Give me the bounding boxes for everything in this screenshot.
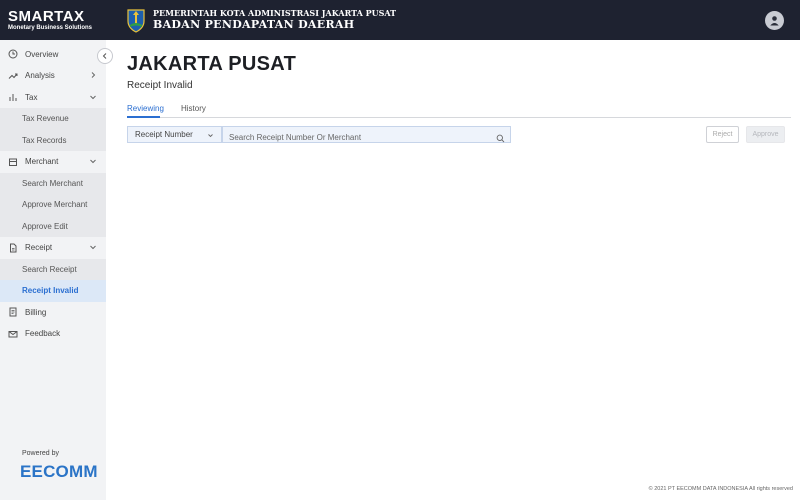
active-tab-indicator (127, 116, 160, 118)
clock-icon (8, 49, 18, 59)
search-box (222, 126, 511, 145)
search-input[interactable] (223, 130, 493, 145)
copyright-footer: © 2021 PT EECOMM DATA INDONESIA All righ… (648, 486, 793, 492)
sidebar-item-tax[interactable]: Tax (0, 87, 106, 109)
sidebar-item-tax-revenue[interactable]: Tax Revenue (0, 108, 106, 130)
tab-history[interactable]: History (181, 104, 206, 113)
sidebar-item-receipt[interactable]: Receipt (0, 237, 106, 259)
city-emblem-icon (126, 7, 146, 33)
page-subtitle: Receipt Invalid (127, 80, 193, 91)
filter-select[interactable]: Receipt Number (127, 126, 222, 143)
sidebar-item-search-merchant[interactable]: Search Merchant (0, 172, 106, 194)
chevron-down-icon (207, 132, 214, 139)
sidebar-item-search-receipt[interactable]: Search Receipt (0, 258, 106, 280)
sidebar-item-approve-edit[interactable]: Approve Edit (0, 215, 106, 237)
bar-chart-icon (8, 92, 18, 102)
sidebar-item-approve-merchant[interactable]: Approve Merchant (0, 194, 106, 216)
sidebar-item-label: Receipt (25, 243, 53, 253)
agency-line-1: PEMERINTAH KOTA ADMINISTRASI JAKARTA PUS… (153, 8, 397, 18)
top-header: SMARTAX Monetary Business Solutions PEME… (0, 0, 800, 40)
chevron-left-icon (102, 53, 107, 59)
chevron-right-icon (89, 71, 97, 79)
sidebar-item-label: Analysis (25, 71, 55, 81)
filter-select-value: Receipt Number (135, 130, 193, 139)
tab-bar: Reviewing History (127, 102, 791, 118)
sidebar-item-merchant[interactable]: Merchant (0, 151, 106, 173)
chevron-down-icon (89, 157, 97, 165)
sidebar-item-feedback[interactable]: Feedback (0, 323, 106, 345)
eecomm-logo: EECOMM (20, 462, 98, 481)
chevron-down-icon (89, 243, 97, 251)
brand-name: SMARTAX (8, 7, 85, 25)
document-icon (8, 243, 18, 253)
sidebar-item-billing[interactable]: Billing (0, 302, 106, 324)
page-title: JAKARTA PUSAT (127, 53, 297, 75)
brand-tagline: Monetary Business Solutions (8, 24, 93, 31)
chevron-down-icon (89, 93, 97, 101)
search-icon[interactable] (496, 130, 505, 143)
sidebar-item-label: Tax (25, 92, 38, 102)
powered-by-label: Powered by (22, 450, 59, 457)
sidebar-item-analysis[interactable]: Analysis (0, 65, 106, 87)
reject-button[interactable]: Reject (706, 126, 739, 143)
agency-name: PEMERINTAH KOTA ADMINISTRASI JAKARTA PUS… (153, 8, 396, 32)
sidebar-item-label: Overview (25, 49, 59, 59)
store-icon (8, 157, 18, 167)
sidebar-collapse-button[interactable] (97, 48, 113, 64)
user-avatar-icon[interactable] (765, 11, 784, 30)
main-content: JAKARTA PUSAT Receipt Invalid Reviewing … (106, 40, 800, 500)
sidebar-item-label: Merchant (25, 157, 59, 167)
sidebar-item-tax-records[interactable]: Tax Records (0, 129, 106, 151)
sidebar-item-label: Feedback (25, 329, 61, 339)
billing-icon (8, 307, 18, 317)
sidebar-item-label: Billing (25, 307, 47, 317)
sidebar: Overview Analysis Tax Tax Revenue Tax Re… (0, 40, 106, 500)
mail-icon (8, 329, 18, 339)
sidebar-item-overview[interactable]: Overview (0, 44, 106, 66)
approve-button[interactable]: Approve (746, 126, 785, 143)
brand-logo[interactable]: SMARTAX Monetary Business Solutions (0, 9, 106, 32)
agency-line-2: BADAN PENDAPATAN DAERAH (153, 18, 355, 31)
trend-icon (8, 71, 18, 81)
tab-reviewing[interactable]: Reviewing (127, 104, 164, 113)
sidebar-item-receipt-invalid[interactable]: Receipt Invalid (0, 280, 106, 302)
